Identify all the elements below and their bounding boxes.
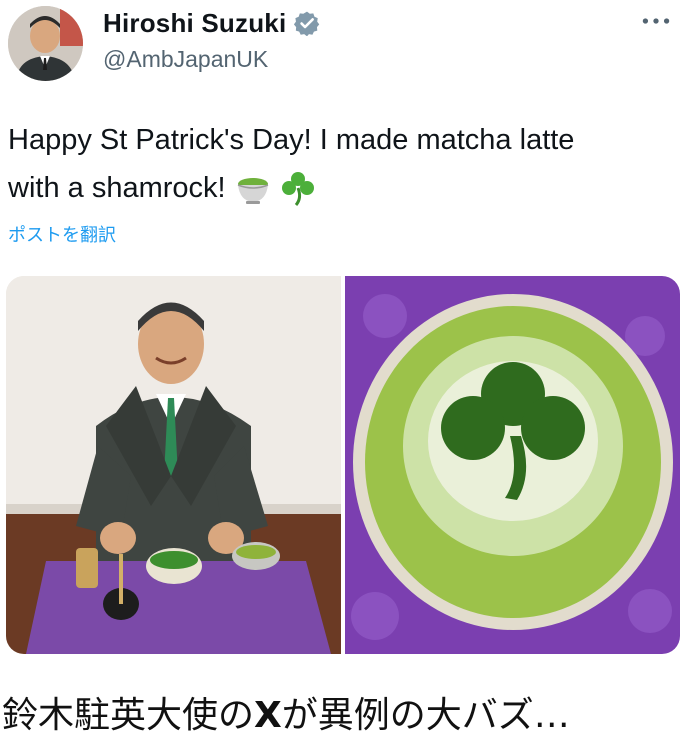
display-name[interactable]: Hiroshi Suzuki xyxy=(103,8,286,39)
user-handle[interactable]: @AmbJapanUK xyxy=(103,46,268,73)
more-options-icon[interactable] xyxy=(639,8,673,34)
article-headline[interactable]: 鈴木駐英大使のXが異例の大バズ… xyxy=(0,683,687,754)
headline-suffix: が異例の大バズ… xyxy=(281,695,570,736)
photo-matcha-latte-shamrock[interactable] xyxy=(345,276,680,654)
tweet-text: Happy St Patrick's Day! I made matcha la… xyxy=(8,116,668,212)
tweet-media xyxy=(6,276,680,654)
headline-prefix: 鈴木駐英大使の xyxy=(2,695,255,736)
headline-x-letter: X xyxy=(254,695,282,736)
avatar[interactable] xyxy=(8,6,83,81)
matcha-bowl-emoji xyxy=(234,171,272,205)
tweet-text-line-2-text: with a shamrock! xyxy=(8,172,226,204)
tweet-text-line-1: Happy St Patrick's Day! I made matcha la… xyxy=(8,124,575,156)
author-name-row[interactable]: Hiroshi Suzuki xyxy=(103,6,320,40)
translate-post-link[interactable]: ポストを翻訳 xyxy=(8,221,116,247)
shamrock-emoji xyxy=(280,170,316,206)
tweet-card[interactable]: Hiroshi Suzuki @AmbJapanUK Happy St Patr… xyxy=(0,0,687,672)
tweet-text-line-2: with a shamrock! xyxy=(8,164,668,212)
photo-ambassador-tea-set[interactable] xyxy=(6,276,341,654)
verified-badge-icon xyxy=(294,10,320,37)
